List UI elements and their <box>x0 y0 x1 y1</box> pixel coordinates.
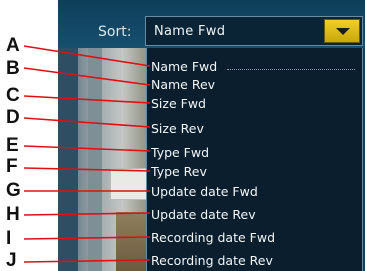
callout-line-i <box>23 236 151 240</box>
callout-line-j <box>23 259 151 263</box>
callout-line-e <box>23 145 151 152</box>
callout-lines <box>23 45 151 263</box>
callout-line-f <box>23 167 151 172</box>
callout-line-d <box>23 117 151 128</box>
callout-line-c <box>23 95 151 104</box>
callout-line-h <box>23 212 151 216</box>
callout-line-a <box>23 45 151 67</box>
callout-line-b <box>23 67 151 86</box>
